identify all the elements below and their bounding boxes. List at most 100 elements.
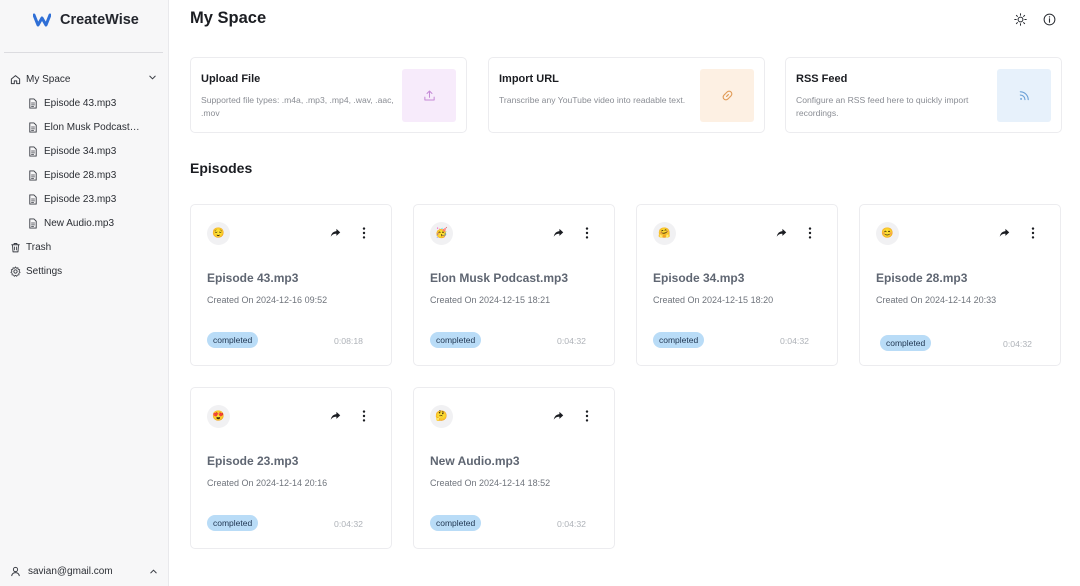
file-icon bbox=[27, 169, 38, 181]
share-button[interactable] bbox=[775, 227, 787, 239]
import-url-description: Transcribe any YouTube video into readab… bbox=[499, 95, 686, 105]
sun-icon bbox=[1013, 12, 1027, 26]
episode-created-date: Created On 2024-12-14 20:16 bbox=[207, 478, 328, 488]
episode-card[interactable]: 🤗 Episode 34.mp3 Created On 2024-12-15 1… bbox=[636, 204, 838, 366]
sidebar-item-label: Trash bbox=[26, 241, 52, 253]
sidebar-item-settings[interactable]: Settings bbox=[0, 259, 169, 283]
rss-feed-tile bbox=[997, 69, 1051, 122]
episode-title: Episode 34.mp3 bbox=[653, 271, 745, 285]
user-icon bbox=[10, 566, 21, 577]
upload-file-title: Upload File bbox=[201, 73, 261, 85]
episode-card[interactable]: 😍 Episode 23.mp3 Created On 2024-12-14 2… bbox=[190, 387, 392, 549]
sidebar-file-label: Episode 28.mp3 bbox=[44, 169, 117, 181]
episode-emoji: 😍 bbox=[207, 405, 230, 428]
upload-icon bbox=[423, 90, 435, 101]
file-icon bbox=[27, 145, 38, 157]
rss-feed-card[interactable]: RSS Feed Configure an RSS feed here to q… bbox=[785, 57, 1062, 133]
status-badge: completed bbox=[207, 332, 259, 348]
sidebar: CreateWise My Space Episode 43.mp3 Elon … bbox=[0, 0, 169, 586]
share-icon bbox=[330, 411, 340, 420]
more-options-button[interactable] bbox=[359, 409, 369, 423]
share-icon bbox=[553, 411, 563, 420]
more-vertical-icon bbox=[362, 410, 366, 422]
episode-card[interactable]: 🥳 Elon Musk Podcast.mp3 Created On 2024-… bbox=[413, 204, 615, 366]
share-icon bbox=[999, 228, 1009, 237]
more-options-button[interactable] bbox=[359, 226, 369, 240]
episode-created-date: Created On 2024-12-14 20:33 bbox=[876, 295, 997, 305]
sidebar-item-my-space[interactable]: My Space bbox=[0, 67, 169, 91]
episode-title: Elon Musk Podcast.mp3 bbox=[430, 271, 569, 285]
chevron-up-icon[interactable] bbox=[149, 567, 158, 576]
home-icon bbox=[10, 74, 21, 85]
page-title: My Space bbox=[190, 9, 267, 27]
episode-duration: 0:08:18 bbox=[334, 336, 363, 346]
sidebar-file-item[interactable]: Episode 34.mp3 bbox=[0, 139, 169, 163]
info-button[interactable] bbox=[1041, 11, 1057, 27]
status-badge: completed bbox=[207, 515, 259, 531]
import-url-tile bbox=[700, 69, 754, 122]
episode-card[interactable]: 😌 Episode 43.mp3 Created On 2024-12-16 0… bbox=[190, 204, 392, 366]
more-options-button[interactable] bbox=[805, 226, 815, 240]
gear-icon bbox=[10, 266, 21, 277]
sidebar-file-item[interactable]: Episode 43.mp3 bbox=[0, 91, 169, 115]
sidebar-nav: My Space Episode 43.mp3 Elon Musk Podcas… bbox=[0, 67, 169, 283]
sidebar-divider bbox=[4, 52, 163, 53]
file-icon bbox=[27, 217, 38, 229]
sidebar-file-label: Episode 34.mp3 bbox=[44, 145, 117, 157]
file-icon bbox=[27, 97, 38, 109]
status-badge: completed bbox=[430, 515, 482, 531]
episode-emoji: 🤔 bbox=[430, 405, 453, 428]
sidebar-item-label: My Space bbox=[26, 73, 71, 85]
more-vertical-icon bbox=[808, 227, 812, 239]
episode-title: Episode 28.mp3 bbox=[876, 271, 968, 285]
sidebar-item-label: Settings bbox=[26, 265, 63, 277]
more-options-button[interactable] bbox=[582, 226, 592, 240]
episode-duration: 0:04:32 bbox=[557, 336, 586, 346]
episode-created-date: Created On 2024-12-15 18:20 bbox=[653, 295, 774, 305]
share-button[interactable] bbox=[329, 410, 341, 422]
more-options-button[interactable] bbox=[582, 409, 592, 423]
share-button[interactable] bbox=[998, 227, 1010, 239]
file-icon bbox=[27, 121, 38, 133]
rss-icon bbox=[1019, 91, 1029, 101]
episodes-heading: Episodes bbox=[190, 160, 253, 176]
episode-title: Episode 23.mp3 bbox=[207, 454, 299, 468]
more-vertical-icon bbox=[585, 410, 589, 422]
episode-created-date: Created On 2024-12-14 18:52 bbox=[430, 478, 551, 488]
episode-card[interactable]: 🤔 New Audio.mp3 Created On 2024-12-14 18… bbox=[413, 387, 615, 549]
chevron-down-icon[interactable] bbox=[148, 73, 157, 85]
upload-file-card[interactable]: Upload File Supported file types: .m4a, … bbox=[190, 57, 467, 133]
status-badge: completed bbox=[430, 332, 482, 348]
sidebar-file-item[interactable]: Episode 28.mp3 bbox=[0, 163, 169, 187]
sidebar-file-item[interactable]: Episode 23.mp3 bbox=[0, 187, 169, 211]
sidebar-file-item[interactable]: New Audio.mp3 bbox=[0, 211, 169, 235]
share-icon bbox=[330, 228, 340, 237]
share-button[interactable] bbox=[329, 227, 341, 239]
episode-emoji: 🤗 bbox=[653, 222, 676, 245]
share-button[interactable] bbox=[552, 410, 564, 422]
sidebar-item-trash[interactable]: Trash bbox=[0, 235, 169, 259]
status-badge: completed bbox=[880, 335, 932, 351]
trash-icon bbox=[10, 242, 21, 253]
brand[interactable]: CreateWise bbox=[33, 11, 139, 29]
main-content: My Space Upload File Supported file type… bbox=[169, 0, 1080, 586]
sidebar-file-label: Episode 23.mp3 bbox=[44, 193, 117, 205]
import-url-card[interactable]: Import URL Transcribe any YouTube video … bbox=[488, 57, 765, 133]
episode-created-date: Created On 2024-12-16 09:52 bbox=[207, 295, 328, 305]
share-button[interactable] bbox=[552, 227, 564, 239]
episode-title: New Audio.mp3 bbox=[430, 454, 520, 468]
episode-duration: 0:04:32 bbox=[557, 519, 586, 529]
user-account-row[interactable]: savian@gmail.com bbox=[10, 566, 160, 577]
episode-duration: 0:04:32 bbox=[1003, 339, 1032, 349]
more-options-button[interactable] bbox=[1028, 226, 1038, 240]
theme-toggle-button[interactable] bbox=[1012, 11, 1028, 27]
more-vertical-icon bbox=[585, 227, 589, 239]
upload-file-description: Supported file types: .m4a, .mp3, .mp4, … bbox=[201, 95, 394, 118]
more-vertical-icon bbox=[1031, 227, 1035, 239]
sidebar-file-label: Episode 43.mp3 bbox=[44, 97, 117, 109]
episode-duration: 0:04:32 bbox=[334, 519, 363, 529]
episode-card[interactable]: 😊 Episode 28.mp3 Created On 2024-12-14 2… bbox=[859, 204, 1061, 366]
sidebar-file-item[interactable]: Elon Musk Podcast.mp3 bbox=[0, 115, 169, 139]
status-badge: completed bbox=[653, 332, 705, 348]
episode-emoji: 😊 bbox=[876, 222, 899, 245]
